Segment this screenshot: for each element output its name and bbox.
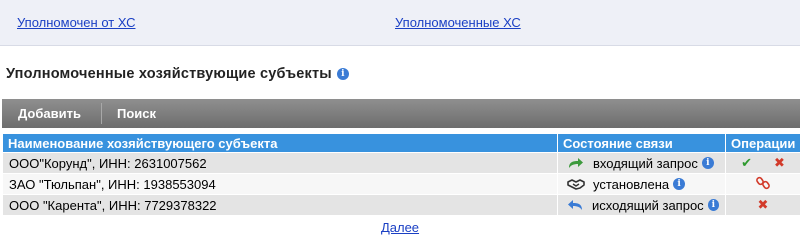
reject-x-icon[interactable]: ✖	[774, 155, 785, 171]
entity-name-cell: ООО"Корунд", ИНН: 2631007562	[2, 152, 558, 174]
next-page-link[interactable]: Далее	[381, 220, 419, 235]
table-row: ООО"Корунд", ИНН: 2631007562 входящий за…	[2, 152, 800, 174]
page-title: Уполномоченные хозяйствующие субъекты i	[6, 66, 349, 82]
incoming-arrow-icon	[567, 156, 585, 170]
status-text: установлена	[593, 176, 670, 192]
handshake-icon	[567, 177, 585, 191]
entity-name-cell: ООО "Карента", ИНН: 7729378322	[2, 194, 558, 216]
unlink-chain-icon[interactable]	[756, 176, 770, 193]
link-authorized-from[interactable]: Уполномочен от ХС	[17, 15, 135, 30]
add-button[interactable]: Добавить	[18, 99, 81, 128]
info-icon[interactable]: i	[707, 199, 719, 211]
column-header-operations: Операции	[725, 133, 800, 153]
accept-check-icon[interactable]: ✔	[741, 155, 752, 171]
cancel-x-icon[interactable]: ✖	[758, 197, 769, 213]
info-icon[interactable]: i	[336, 68, 349, 80]
operations-cell: ✔ ✖	[725, 152, 800, 174]
toolbar-divider	[101, 103, 102, 124]
table-row: ООО "Карента", ИНН: 7729378322 исходящий…	[2, 194, 800, 216]
status-text: исходящий запрос	[591, 197, 704, 213]
search-button[interactable]: Поиск	[117, 99, 156, 128]
entity-name-cell: ЗАО "Тюльпан", ИНН: 1938553094	[2, 173, 558, 195]
table-header-row: Наименование хозяйствующего субъекта Сос…	[2, 133, 800, 153]
operations-cell	[725, 173, 800, 195]
pagination: Далее	[0, 220, 800, 235]
toolbar: Добавить Поиск	[2, 99, 800, 128]
top-links-bar: Уполномочен от ХС Уполномоченные ХС	[0, 0, 800, 46]
column-header-name[interactable]: Наименование хозяйствующего субъекта	[2, 133, 558, 153]
info-icon[interactable]: i	[673, 178, 686, 190]
status-text: входящий запрос	[593, 155, 698, 171]
column-header-status[interactable]: Состояние связи	[557, 133, 726, 153]
status-cell: исходящий запрос i	[557, 194, 726, 216]
entities-table: Наименование хозяйствующего субъекта Сос…	[2, 133, 800, 216]
page-title-text: Уполномоченные хозяйствующие субъекты	[6, 66, 332, 82]
operations-cell: ✖	[725, 194, 800, 216]
status-cell: входящий запрос i	[557, 152, 726, 174]
link-authorized-entities[interactable]: Уполномоченные ХС	[395, 15, 521, 30]
outgoing-return-arrow-icon	[567, 198, 584, 212]
table-row: ЗАО "Тюльпан", ИНН: 1938553094 установле…	[2, 173, 800, 195]
info-icon[interactable]: i	[701, 157, 714, 169]
status-cell: установлена i	[557, 173, 726, 195]
